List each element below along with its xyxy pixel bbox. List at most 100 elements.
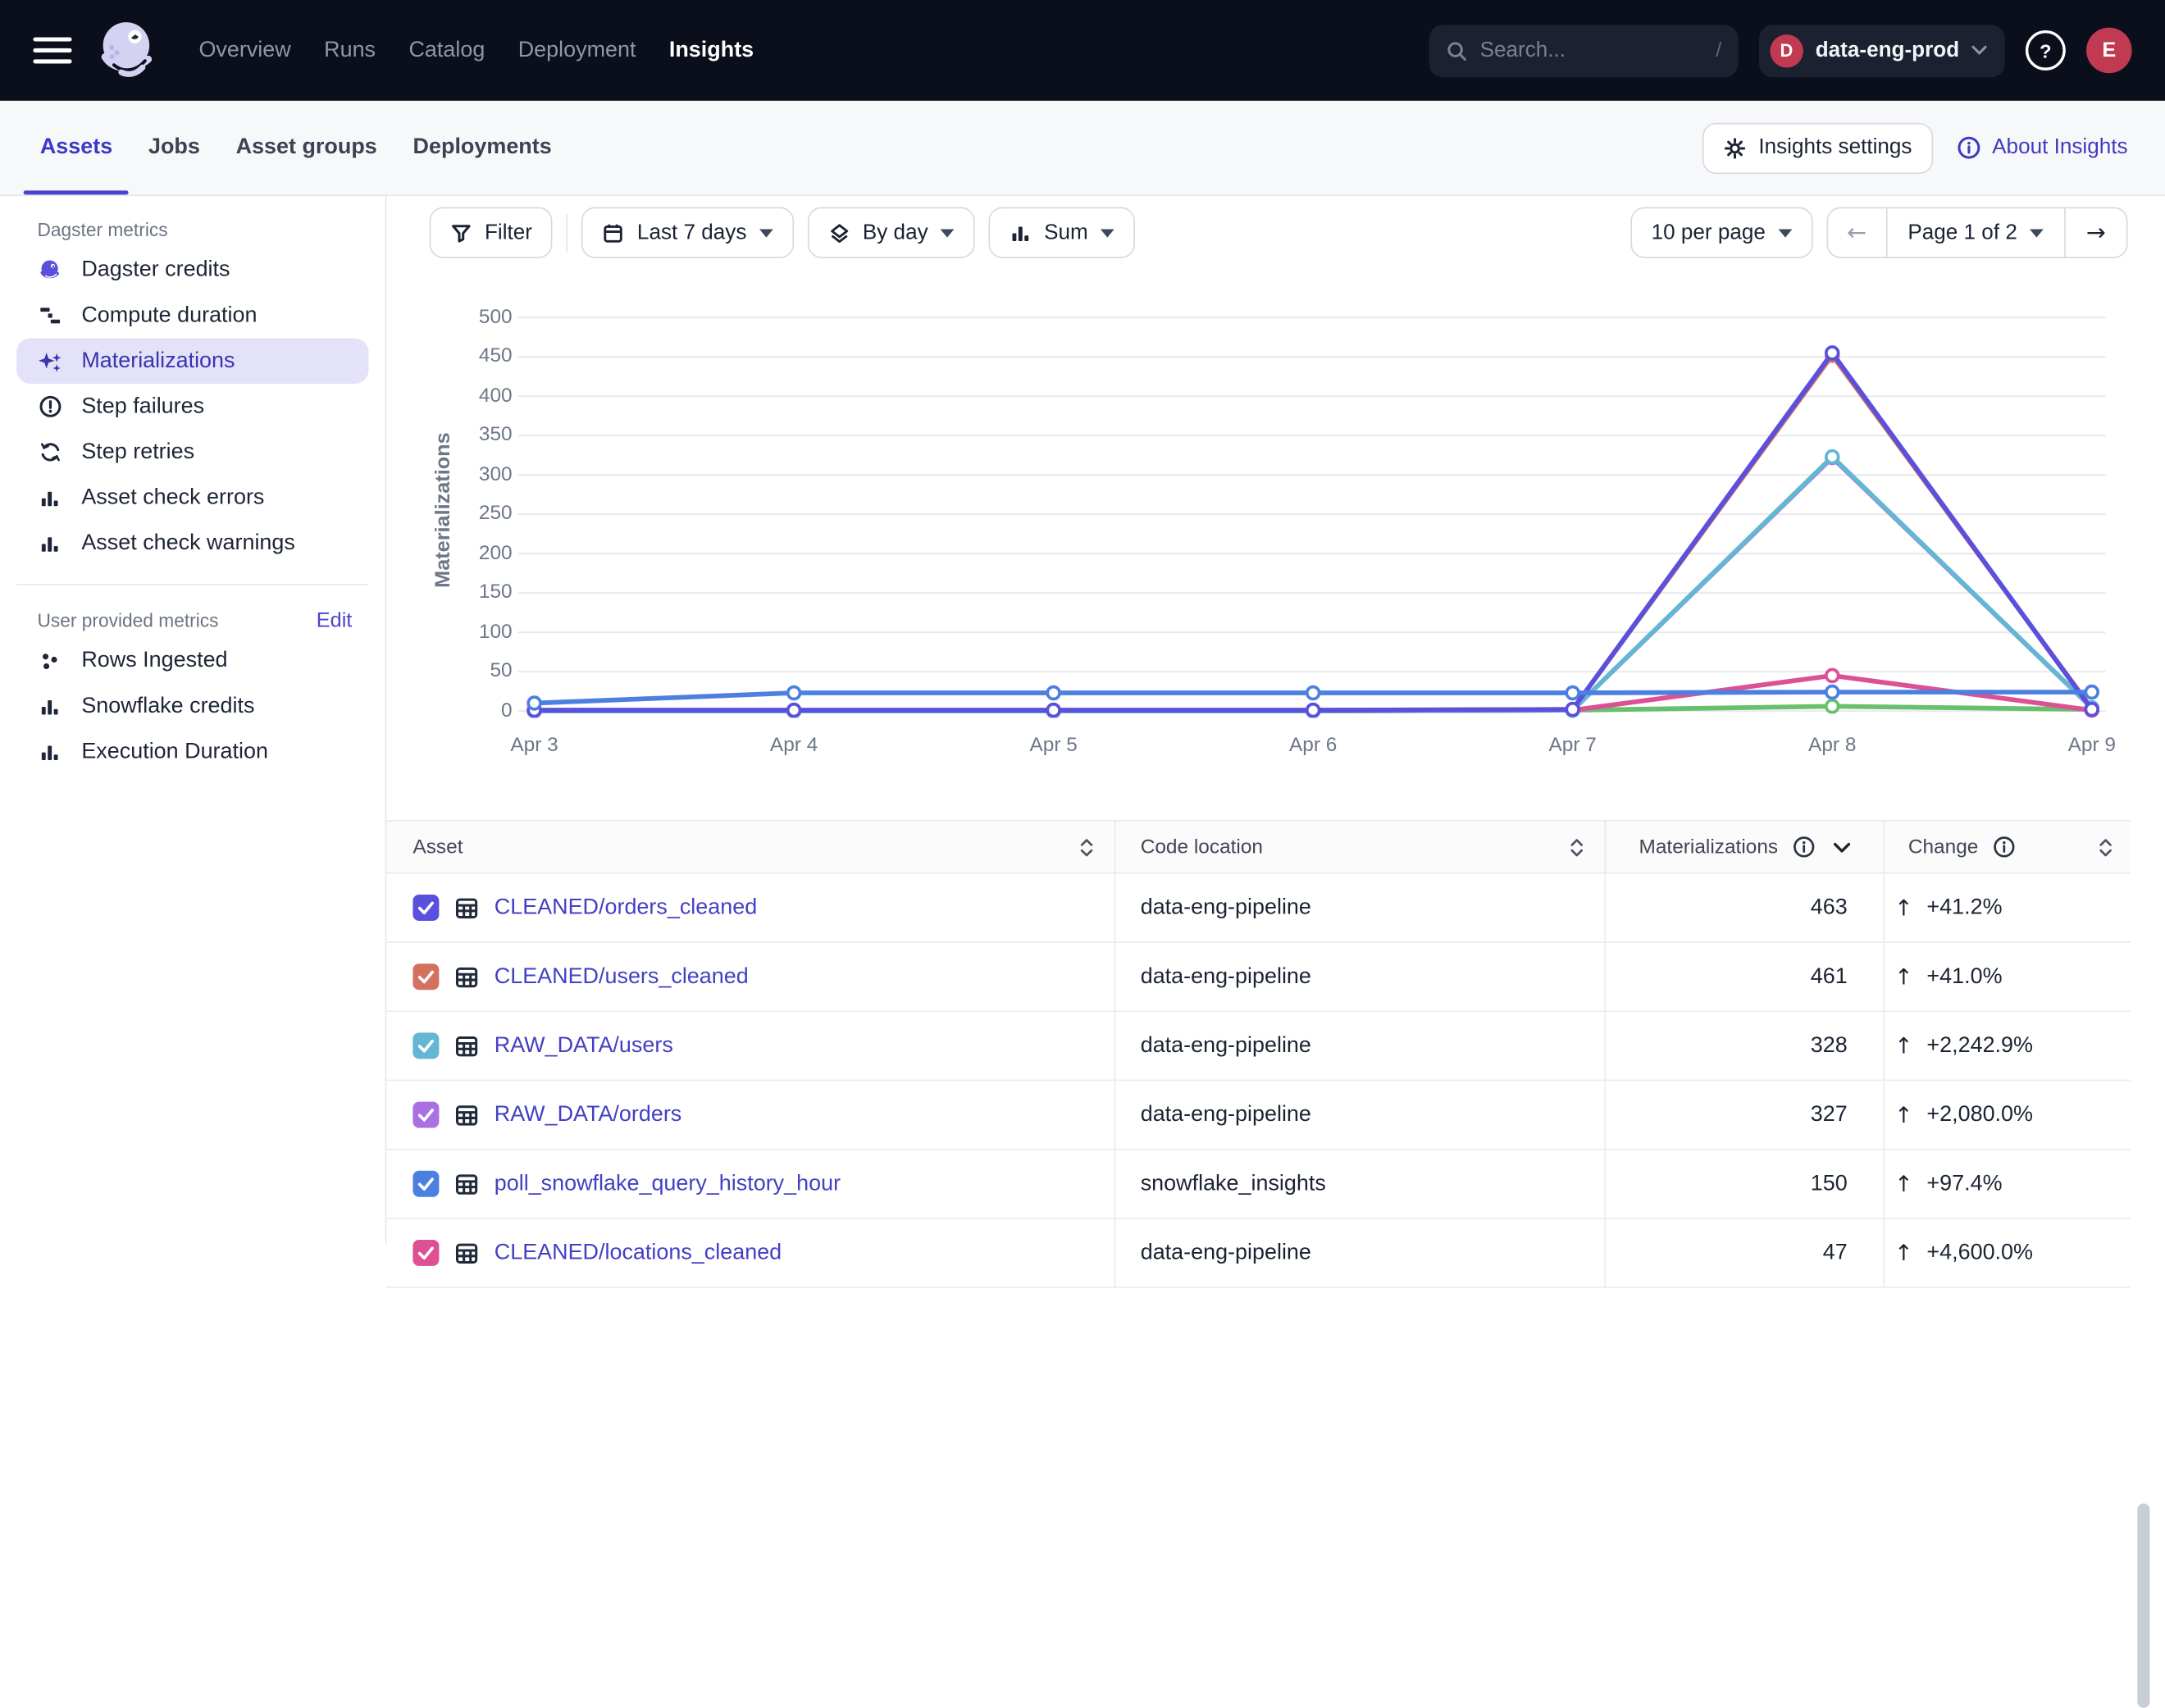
group-by-button[interactable]: By day [808,207,975,258]
sidebar-item-materializations[interactable]: Materializations [16,338,368,384]
materializations-cell: 47 [1604,1219,1883,1287]
y-tick-label: 0 [501,698,513,724]
column-header-change[interactable]: Change [1884,822,2131,872]
tab-deployments[interactable]: Deployments [410,101,554,194]
prev-page-button[interactable]: ← [1828,208,1886,257]
bar-chart-icon [37,485,62,510]
data-point[interactable] [1826,686,1839,699]
sidebar-item-step-failures[interactable]: Step failures [16,384,368,430]
data-point[interactable] [1047,704,1060,717]
asset-cell: CLEANED/users_cleaned [386,943,1114,1010]
y-tick-label: 100 [479,619,513,645]
sidebar-item-snowflake-credits[interactable]: Snowflake credits [16,683,368,729]
materializations-cell: 461 [1604,943,1883,1010]
y-tick-label: 350 [479,422,513,449]
sort-desc-icon[interactable] [1832,840,1852,854]
asset-checkbox[interactable] [412,963,439,990]
help-icon[interactable]: ? [2026,30,2066,71]
info-icon[interactable] [1792,836,1816,859]
sidebar-item-compute-duration[interactable]: Compute duration [16,293,368,339]
sidebar-item-step-retries[interactable]: Step retries [16,430,368,476]
sidebar-item-label: Asset check errors [81,485,264,510]
series-line [535,457,2092,711]
asset-cell: RAW_DATA/orders [386,1081,1114,1149]
search-input[interactable]: Search... / [1429,24,1738,76]
edit-metrics-link[interactable]: Edit [317,608,353,632]
sidebar-item-label: Rows Ingested [81,648,227,672]
table-scrollbar[interactable] [2137,1504,2149,1708]
data-point[interactable] [1826,347,1839,359]
change-cell: ↑ +41.0% [1884,943,2131,1010]
asset-link[interactable]: CLEANED/locations_cleaned [495,1241,782,1265]
nav-runs[interactable]: Runs [324,38,376,62]
asset-cell: CLEANED/orders_cleaned [386,874,1114,942]
sidebar-item-dagster-credits[interactable]: Dagster credits [16,247,368,293]
data-point[interactable] [1826,669,1839,681]
sidebar-item-asset-check-warnings[interactable]: Asset check warnings [16,521,368,567]
data-point[interactable] [1047,687,1060,699]
asset-link[interactable]: CLEANED/orders_cleaned [495,895,757,920]
data-point[interactable] [1307,687,1320,699]
sort-icon[interactable] [1569,836,1585,858]
sidebar-divider [16,584,368,585]
tab-asset-groups[interactable]: Asset groups [233,101,380,194]
caret-down-icon [941,229,955,237]
asset-link[interactable]: RAW_DATA/users [495,1033,673,1058]
change-value: +41.0% [1926,964,2002,989]
info-icon[interactable] [1992,836,2016,859]
tab-jobs[interactable]: Jobs [146,101,203,194]
data-point[interactable] [788,687,800,699]
gear-icon [1723,136,1747,160]
nav-insights[interactable]: Insights [669,38,754,62]
page-indicator[interactable]: Page 1 of 2 [1885,208,2064,257]
asset-checkbox[interactable] [412,1032,439,1059]
asset-checkbox[interactable] [412,1240,439,1266]
nav-deployment[interactable]: Deployment [518,38,636,62]
asset-checkbox[interactable] [412,1102,439,1128]
user-avatar[interactable]: E [2086,28,2132,74]
sidebar-item-execution-duration[interactable]: Execution Duration [16,729,368,775]
next-page-button[interactable]: → [2064,208,2126,257]
sidebar-section-title: Dagster metrics [37,219,167,239]
sidebar-item-asset-check-errors[interactable]: Asset check errors [16,475,368,521]
asset-link[interactable]: RAW_DATA/orders [495,1102,682,1127]
nav-overview[interactable]: Overview [198,38,290,62]
data-point[interactable] [2085,704,2098,716]
sort-icon[interactable] [1078,836,1095,858]
table-header: Asset Code location Materializations Cha… [386,822,2130,874]
asset-checkbox[interactable] [412,1171,439,1197]
primary-nav: Overview Runs Catalog Deployment Insight… [198,38,754,62]
data-point[interactable] [1566,687,1579,699]
sort-icon[interactable] [2097,836,2113,858]
column-header-materializations[interactable]: Materializations [1604,822,1883,872]
menu-icon[interactable] [33,30,71,71]
materializations-cell: 328 [1604,1012,1883,1080]
sidebar-item-rows-ingested[interactable]: Rows Ingested [16,638,368,684]
materializations-cell: 463 [1604,874,1883,942]
data-point[interactable] [1826,700,1839,713]
asset-link[interactable]: CLEANED/users_cleaned [495,964,749,989]
asset-link[interactable]: poll_snowflake_query_history_hour [495,1172,841,1196]
tab-assets[interactable]: Assets [37,101,115,194]
filter-button[interactable]: Filter [430,207,554,258]
x-tick-label: Apr 8 [1808,735,1856,757]
per-page-button[interactable]: 10 per page [1630,207,1812,258]
data-point[interactable] [788,704,800,717]
data-point[interactable] [2085,686,2098,699]
dagster-logo[interactable] [91,15,163,87]
deployment-switcher[interactable]: D data-eng-prod [1759,24,2005,76]
data-point[interactable] [528,697,540,709]
column-header-asset[interactable]: Asset [386,822,1114,872]
x-tick-label: Apr 9 [2068,735,2116,757]
data-point[interactable] [1566,704,1579,716]
column-header-code-location[interactable]: Code location [1114,822,1605,872]
data-point[interactable] [1826,451,1839,463]
insights-settings-button[interactable]: Insights settings [1702,122,1932,173]
about-insights-link[interactable]: About Insights [1956,135,2127,160]
data-point[interactable] [1307,704,1320,717]
nav-catalog[interactable]: Catalog [408,38,485,62]
aggregation-button[interactable]: Sum [989,207,1135,258]
asset-checkbox[interactable] [412,895,439,921]
date-range-button[interactable]: Last 7 days [582,207,794,258]
sidebar-item-label: Execution Duration [81,740,268,764]
